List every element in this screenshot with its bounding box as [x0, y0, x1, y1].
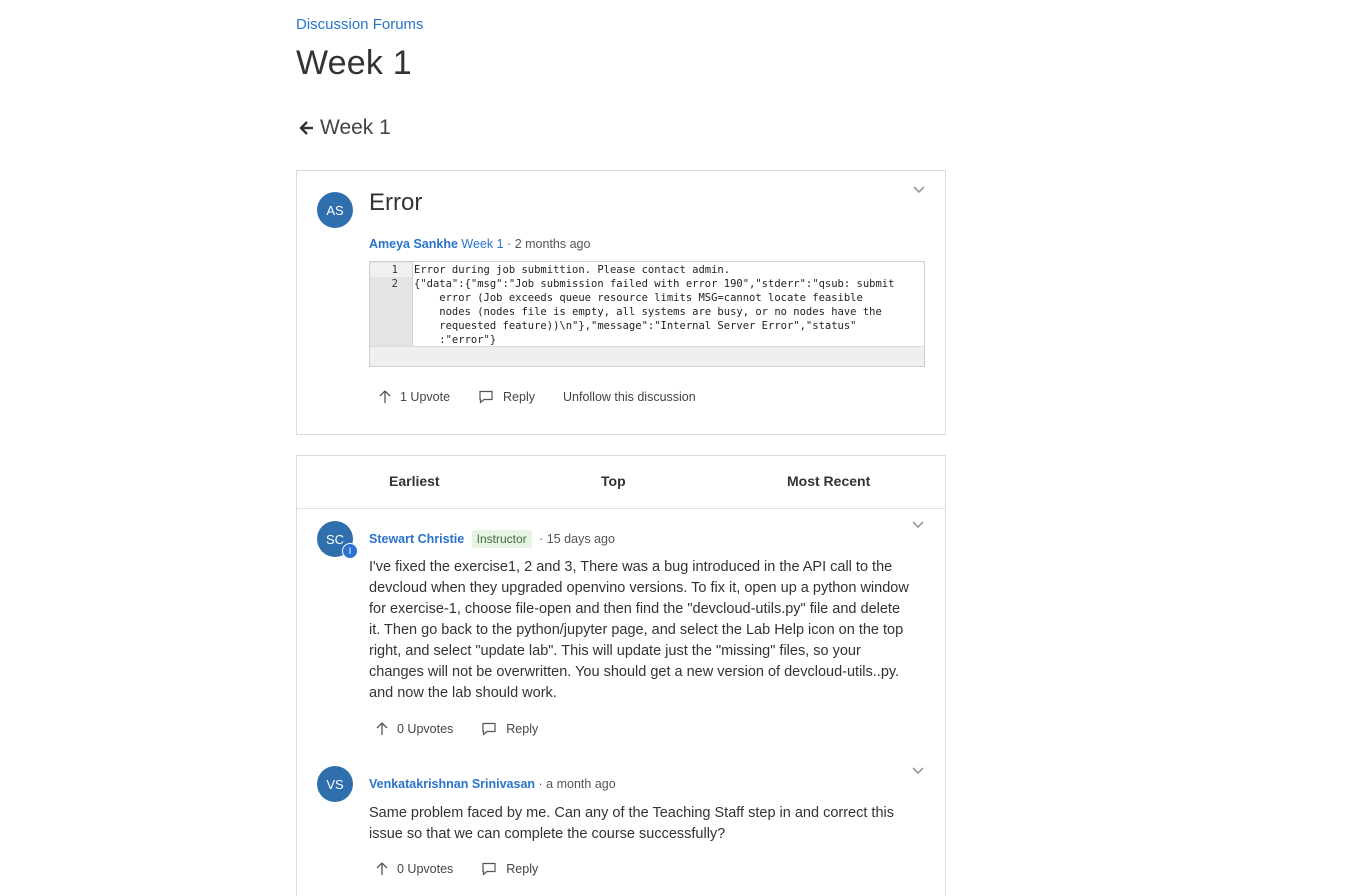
code-scrollbar[interactable]: [370, 346, 924, 366]
chevron-down-icon[interactable]: [911, 520, 925, 530]
author-link[interactable]: Ameya Sankhe: [369, 237, 458, 251]
reply-label: Reply: [503, 390, 535, 404]
code-line-numbers: 1 2: [370, 262, 413, 346]
line-number: 1: [370, 263, 412, 277]
sort-tabs: Earliest Top Most Recent: [297, 456, 945, 509]
upvote-label: 0 Upvotes: [397, 722, 454, 736]
response-actions: 0 Upvotes Reply: [376, 722, 566, 736]
response-meta: Venkatakrishnan Srinivasan · a month ago: [369, 777, 616, 791]
avatar[interactable]: AS: [317, 192, 353, 228]
arrow-left-icon: [299, 121, 313, 135]
speech-bubble-icon: [482, 862, 496, 876]
arrow-up-icon: [376, 862, 388, 875]
line-number: 2: [391, 278, 398, 290]
tab-earliest[interactable]: Earliest: [389, 473, 440, 489]
upvote-button[interactable]: 1 Upvote: [379, 390, 450, 404]
thread-title: Error: [369, 189, 423, 216]
topic-link[interactable]: Week 1: [461, 237, 503, 251]
response-meta: Stewart Christie Instructor · 15 days ag…: [369, 530, 615, 548]
speech-bubble-icon: [482, 722, 496, 736]
thread-meta: Ameya Sankhe Week 1 · 2 months ago: [369, 237, 590, 251]
chevron-down-icon[interactable]: [911, 766, 925, 776]
reply-button[interactable]: Reply: [481, 862, 538, 876]
response-actions: 0 Upvotes Reply: [376, 862, 566, 876]
responses-card: Earliest Top Most Recent SC I Stewart Ch…: [296, 455, 946, 896]
unfollow-label: Unfollow this discussion: [563, 390, 696, 404]
upvote-button[interactable]: 0 Upvotes: [376, 722, 453, 736]
arrow-up-icon: [376, 722, 388, 735]
arrow-up-icon: [379, 390, 391, 403]
thread-actions: 1 Upvote Reply Unfollow this discussion: [379, 390, 724, 404]
staff-role-badge: I: [342, 543, 358, 559]
timestamp: · a month ago: [538, 777, 616, 791]
reply-button[interactable]: Reply: [481, 722, 538, 736]
avatar[interactable]: VS: [317, 766, 353, 802]
upvote-button[interactable]: 0 Upvotes: [376, 862, 453, 876]
timestamp: · 2 months ago: [507, 237, 591, 251]
author-link[interactable]: Venkatakrishnan Srinivasan: [369, 777, 535, 791]
instructor-badge: Instructor: [471, 530, 532, 548]
upvote-label: 1 Upvote: [400, 390, 451, 404]
thread-card: AS Error Ameya Sankhe Week 1 · 2 months …: [296, 170, 946, 435]
author-link[interactable]: Stewart Christie: [369, 532, 464, 546]
chevron-down-icon[interactable]: [912, 185, 926, 195]
upvote-label: 0 Upvotes: [397, 862, 454, 876]
tab-most-recent[interactable]: Most Recent: [787, 473, 870, 489]
speech-bubble-icon: [479, 390, 493, 404]
back-link-label: Week 1: [320, 116, 391, 139]
unfollow-button[interactable]: Unfollow this discussion: [563, 390, 696, 404]
timestamp: · 15 days ago: [539, 532, 615, 546]
response-body: I've fixed the exercise1, 2 and 3, There…: [369, 559, 909, 701]
reply-label: Reply: [506, 862, 539, 876]
reply-button[interactable]: Reply: [478, 390, 535, 404]
tab-top[interactable]: Top: [601, 473, 626, 489]
response-body: Same problem faced by me. Can any of the…: [369, 805, 894, 842]
reply-label: Reply: [506, 722, 539, 736]
page-title: Week 1: [296, 44, 412, 82]
back-link[interactable]: Week 1: [296, 116, 391, 140]
code-text: Error during job submittion. Please cont…: [414, 264, 895, 346]
breadcrumb-discussion-forums[interactable]: Discussion Forums: [296, 16, 424, 33]
code-block: 1 2 Error during job submittion. Please …: [369, 261, 925, 367]
